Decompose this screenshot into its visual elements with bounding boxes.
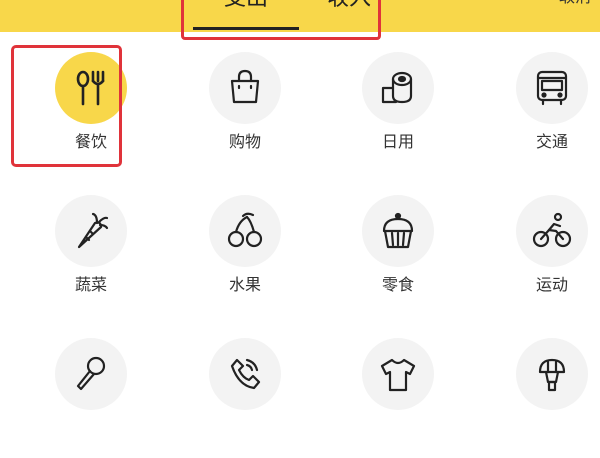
category-sports[interactable]: 运动	[490, 195, 600, 315]
cancel-button[interactable]: 取消	[559, 0, 591, 8]
tabs-highlight-box	[181, 0, 381, 40]
category-clothing[interactable]	[336, 338, 456, 458]
category-daily[interactable]: 日用	[336, 52, 456, 172]
category-fruit[interactable]: 水果	[183, 195, 303, 315]
category-communication[interactable]	[183, 338, 303, 458]
shopping-bag-icon	[209, 52, 281, 124]
category-label: 零食	[381, 275, 414, 294]
cycling-icon	[516, 195, 588, 267]
category-snacks[interactable]: 零食	[336, 195, 456, 315]
category-label: 交通	[535, 132, 568, 151]
category-label: 水果	[228, 275, 261, 294]
carrot-icon	[55, 195, 127, 267]
category-beauty[interactable]	[490, 338, 600, 458]
category-label: 蔬菜	[74, 275, 107, 294]
category-shopping[interactable]: 购物	[183, 52, 303, 172]
category-entertainment[interactable]	[29, 338, 149, 458]
makeup-brush-icon	[516, 338, 588, 410]
cherries-icon	[209, 195, 281, 267]
microphone-icon	[55, 338, 127, 410]
cupcake-icon	[362, 195, 434, 267]
category-transport[interactable]: 交通	[490, 52, 600, 172]
category-label: 日用	[381, 132, 414, 151]
bus-icon	[516, 52, 588, 124]
category-label: 购物	[228, 132, 261, 151]
toilet-paper-icon	[362, 52, 434, 124]
category-label: 运动	[535, 275, 568, 294]
phone-icon	[209, 338, 281, 410]
category-vegetables[interactable]: 蔬菜	[29, 195, 149, 315]
tshirt-icon	[362, 338, 434, 410]
selected-category-highlight	[11, 45, 122, 167]
